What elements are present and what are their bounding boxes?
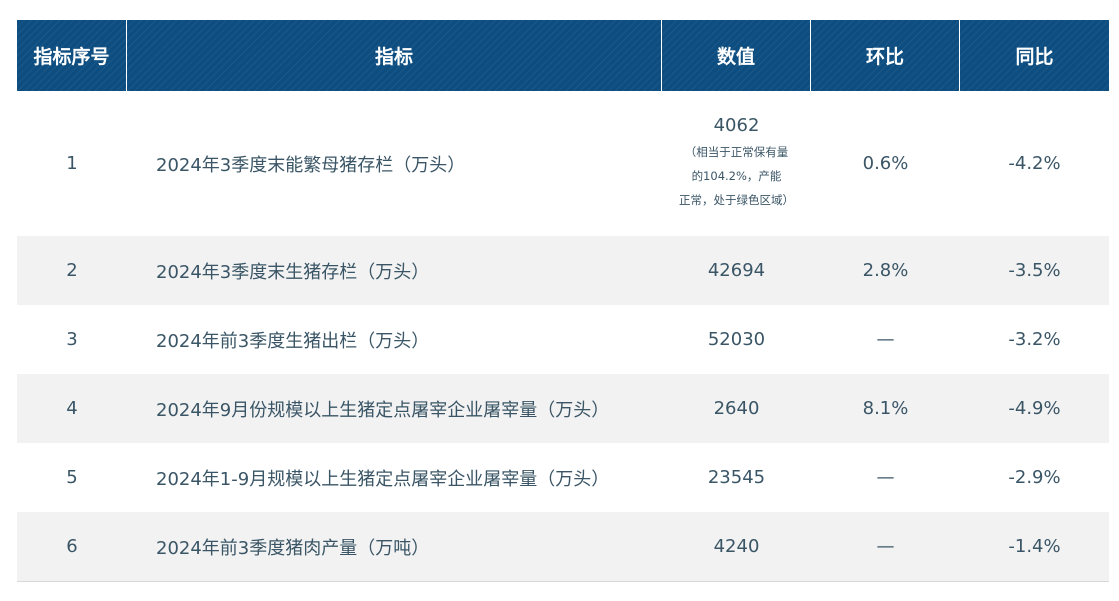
row-index: 3	[66, 329, 78, 350]
table-row: 4 2024年9月份规模以上生猪定点屠宰企业屠宰量（万头） 2640 8.1% …	[17, 374, 1109, 443]
table-row: 1 2024年3季度末能繁母猪存栏（万头） 4062 （相当于正常保有量 的10…	[17, 91, 1109, 236]
row-yoy: -3.2%	[1008, 329, 1061, 350]
row-value-cell: 4062 （相当于正常保有量 的104.2%，产能 正常，处于绿色区域）	[662, 91, 811, 236]
row-mom: 8.1%	[862, 398, 909, 419]
value-note-line: 正常，处于绿色区域）	[679, 193, 794, 207]
value-note-line: （相当于正常保有量	[684, 145, 789, 159]
header-index: 指标序号	[17, 20, 127, 91]
row-indicator: 2024年3季度末能繁母猪存栏（万头）	[156, 154, 466, 176]
row-index: 2	[66, 260, 78, 281]
header-mom: 环比	[811, 20, 960, 91]
row-mom: 0.6%	[862, 153, 909, 174]
row-indicator: 2024年前3季度生猪出栏（万头）	[156, 330, 430, 352]
data-table: 指标序号 指标 数值 环比 同比 1 2024年3季度末能繁母猪存栏（万头） 4…	[17, 20, 1109, 582]
row-value: 2640	[713, 398, 760, 419]
row-index: 4	[66, 398, 78, 419]
table-header: 指标序号 指标 数值 环比 同比	[17, 20, 1109, 91]
header-yoy: 同比	[960, 20, 1109, 91]
table-row: 6 2024年前3季度猪肉产量（万吨） 4240 — -1.4%	[17, 512, 1109, 581]
row-mom: —	[876, 536, 895, 557]
row-yoy: -2.9%	[1008, 467, 1061, 488]
row-yoy: -4.9%	[1008, 398, 1061, 419]
row-index: 6	[66, 536, 78, 557]
table-bottom-divider	[17, 581, 1109, 582]
row-mom: 2.8%	[862, 260, 909, 281]
row-index: 1	[66, 153, 78, 174]
header-indicator: 指标	[127, 20, 662, 91]
header-value: 数值	[662, 20, 811, 91]
row-yoy: -4.2%	[1008, 153, 1061, 174]
row-mom: —	[876, 467, 895, 488]
row-value: 4240	[713, 536, 760, 557]
row-indicator: 2024年1-9月规模以上生猪定点屠宰企业屠宰量（万头）	[156, 468, 610, 490]
row-index: 5	[66, 467, 78, 488]
row-mom: —	[876, 329, 895, 350]
row-value: 52030	[707, 329, 766, 350]
row-indicator: 2024年3季度末生猪存栏（万头）	[156, 261, 430, 283]
row-yoy: -3.5%	[1008, 260, 1061, 281]
row-value: 4062	[713, 115, 760, 136]
table-row: 5 2024年1-9月规模以上生猪定点屠宰企业屠宰量（万头） 23545 — -…	[17, 443, 1109, 512]
row-value: 42694	[707, 260, 766, 281]
table-row: 2 2024年3季度末生猪存栏（万头） 42694 2.8% -3.5%	[17, 236, 1109, 305]
value-stack: 4062 （相当于正常保有量 的104.2%，产能 正常，处于绿色区域）	[679, 115, 794, 212]
row-indicator: 2024年9月份规模以上生猪定点屠宰企业屠宰量（万头）	[156, 399, 610, 421]
table-row: 3 2024年前3季度生猪出栏（万头） 52030 — -3.2%	[17, 305, 1109, 374]
row-yoy: -1.4%	[1008, 536, 1061, 557]
row-indicator: 2024年前3季度猪肉产量（万吨）	[156, 537, 430, 559]
value-note-line: 的104.2%，产能	[691, 169, 782, 183]
row-value: 23545	[707, 467, 766, 488]
